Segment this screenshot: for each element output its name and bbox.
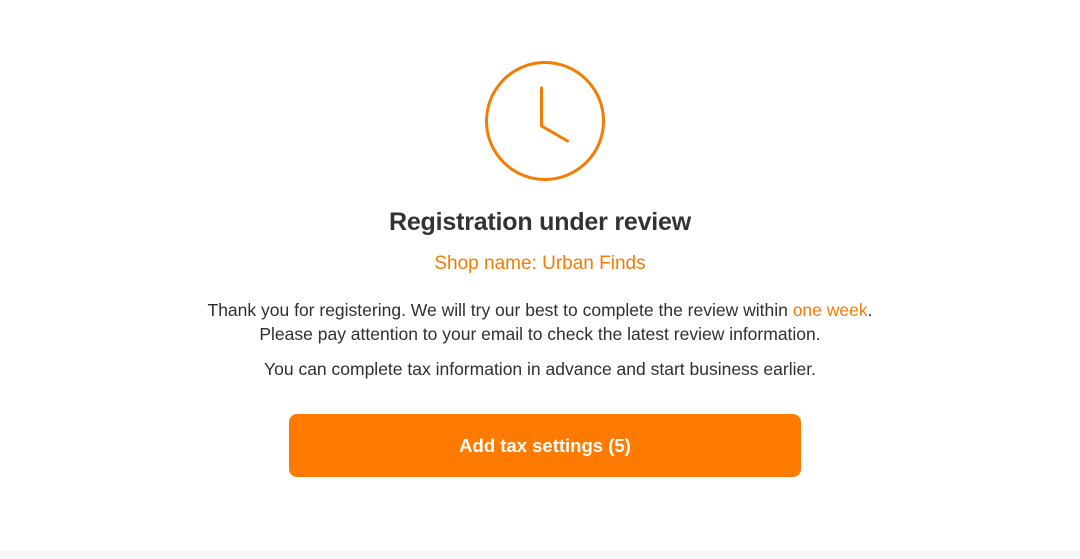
review-description: Thank you for registering. We will try o… [0, 298, 1080, 346]
clock-icon [484, 60, 606, 182]
bottom-divider [0, 551, 1080, 559]
page-title: Registration under review [388, 208, 692, 236]
tax-info-note: You can complete tax information in adva… [264, 359, 816, 379]
add-tax-settings-button[interactable]: Add tax settings (5) [289, 414, 801, 477]
review-description-line-1: Thank you for registering. We will try o… [0, 298, 1080, 322]
shop-name-label: Shop name: Urban Finds [434, 253, 646, 274]
review-timeframe-suffix: . [867, 300, 873, 320]
registration-review-page: Registration under review Shop name: Urb… [0, 0, 1080, 559]
review-description-line-2: Please pay attention to your email to ch… [259, 324, 821, 344]
review-timeframe-highlight: one week [792, 300, 868, 320]
review-timeframe-prefix: Thank you for registering. We will try o… [207, 300, 793, 320]
